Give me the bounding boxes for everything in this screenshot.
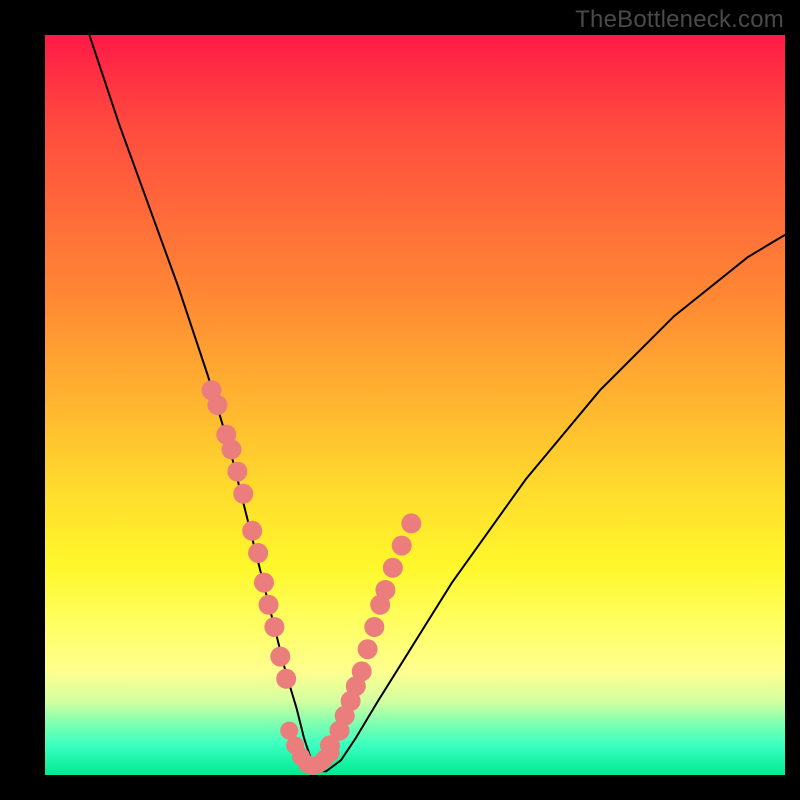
data-marker xyxy=(242,521,262,541)
data-marker xyxy=(222,439,242,459)
data-marker xyxy=(270,647,290,667)
data-marker xyxy=(207,395,227,415)
data-marker xyxy=(276,669,296,689)
data-marker xyxy=(248,543,268,563)
curve-path xyxy=(89,35,785,771)
bottleneck-curve xyxy=(89,35,785,771)
data-marker xyxy=(259,595,279,615)
data-marker xyxy=(401,513,421,533)
data-marker xyxy=(352,661,372,681)
data-marker xyxy=(322,744,340,762)
chart-overlay xyxy=(45,35,785,775)
data-marker xyxy=(227,462,247,482)
data-marker xyxy=(264,617,284,637)
data-marker xyxy=(254,573,274,593)
watermark-text: TheBottleneck.com xyxy=(575,6,784,34)
data-marker xyxy=(233,484,253,504)
data-marker xyxy=(364,617,384,637)
data-marker xyxy=(375,580,395,600)
data-marker xyxy=(358,639,378,659)
marker-cluster-left xyxy=(202,380,297,689)
marker-cluster-right xyxy=(320,513,421,755)
plot-area xyxy=(45,35,785,775)
chart-frame: TheBottleneck.com xyxy=(0,0,800,800)
data-marker xyxy=(383,558,403,578)
data-marker xyxy=(392,536,412,556)
